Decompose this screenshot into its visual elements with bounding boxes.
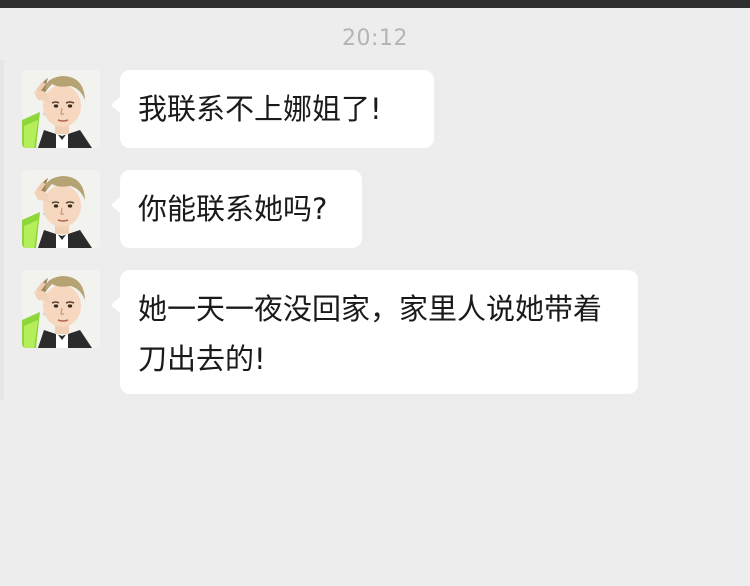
left-edge-strip (0, 60, 4, 400)
avatar-portrait-icon (22, 170, 100, 248)
message-row: 她一天一夜没回家，家里人说她带着刀出去的! (22, 270, 638, 394)
avatar[interactable] (22, 270, 100, 348)
avatar[interactable] (22, 70, 100, 148)
message-row: 我联系不上娜姐了! (22, 70, 434, 148)
message-bubble[interactable]: 她一天一夜没回家，家里人说她带着刀出去的! (111, 270, 638, 394)
message-text: 你能联系她吗? (138, 192, 328, 226)
message-text: 我联系不上娜姐了! (138, 92, 382, 126)
message-bubble[interactable]: 你能联系她吗? (111, 170, 362, 248)
message-timestamp: 20:12 (342, 26, 408, 51)
message-text: 她一天一夜没回家，家里人说她带着刀出去的! (138, 292, 603, 376)
avatar-portrait-icon (22, 70, 100, 148)
avatar-portrait-icon (22, 270, 100, 348)
message-bubble[interactable]: 我联系不上娜姐了! (111, 70, 434, 148)
message-row: 你能联系她吗? (22, 170, 362, 248)
top-status-strip (0, 0, 750, 8)
avatar[interactable] (22, 170, 100, 248)
